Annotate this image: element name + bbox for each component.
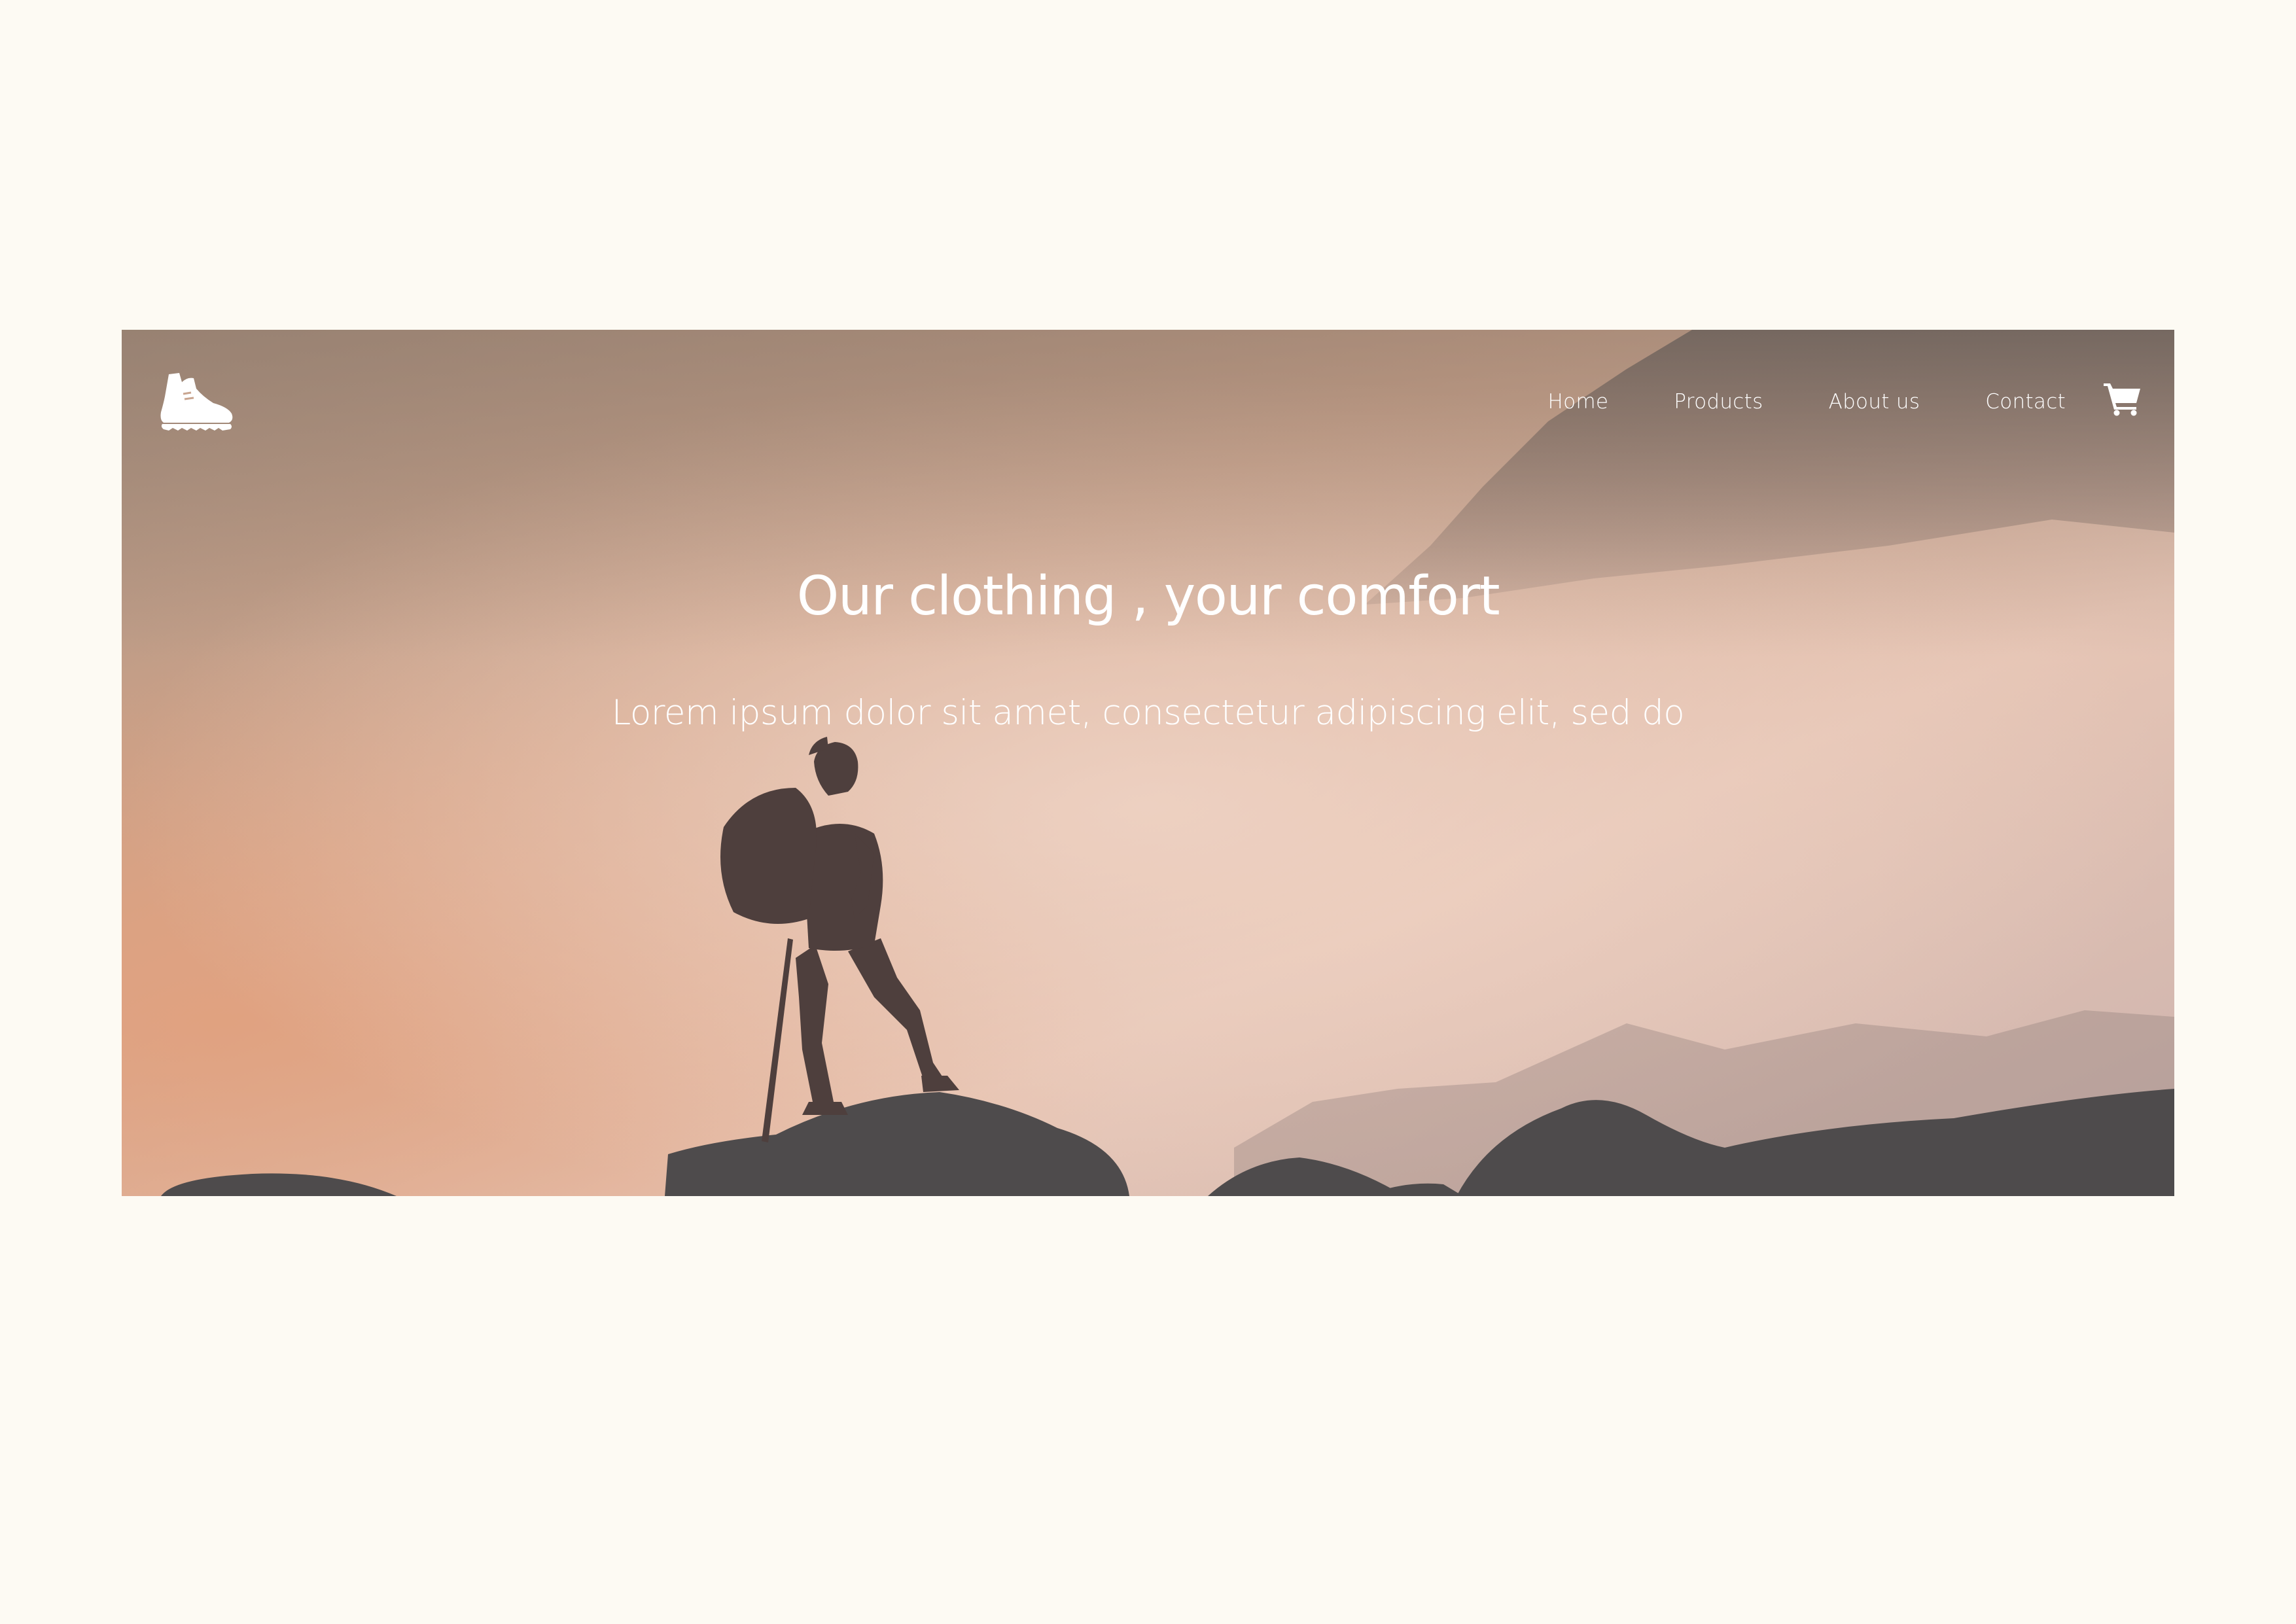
page: Home Products About us Contact Our cloth… — [0, 0, 2296, 1624]
shopping-cart-icon[interactable] — [2104, 382, 2142, 416]
hero-banner: Home Products About us Contact Our cloth… — [122, 330, 2174, 1196]
nav-link-home[interactable]: Home — [1548, 390, 1609, 414]
nav-link-contact[interactable]: Contact — [1985, 390, 2066, 414]
hiking-boot-icon[interactable] — [157, 370, 236, 432]
hero-subtitle: Lorem ipsum dolor sit amet, consectetur … — [611, 693, 1685, 733]
hero-title: Our clothing , your comfort — [796, 565, 1500, 627]
nav-link-products[interactable]: Products — [1674, 390, 1763, 414]
nav-links: Home Products About us Contact — [1548, 383, 2066, 420]
main-navigation: Home Products About us Contact — [122, 330, 2174, 474]
nav-link-about-us[interactable]: About us — [1829, 390, 1920, 414]
